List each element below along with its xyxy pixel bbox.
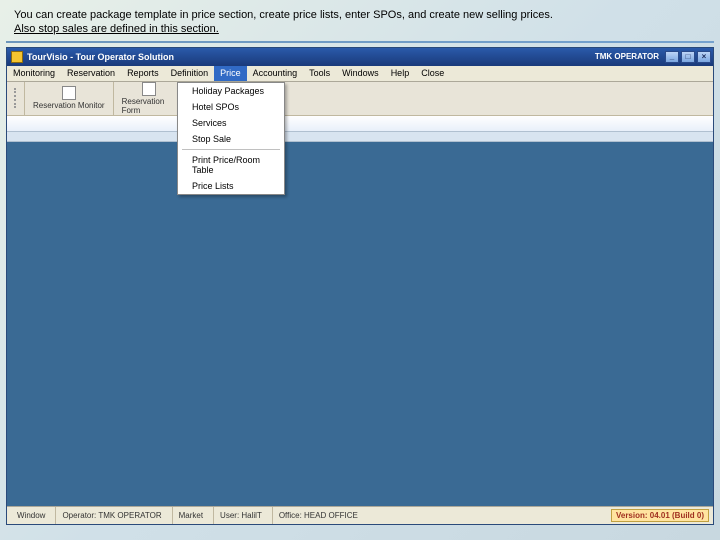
menu-windows[interactable]: Windows (336, 66, 385, 81)
dd-price-lists[interactable]: Price Lists (178, 178, 284, 194)
form-icon (142, 82, 156, 96)
tool-label-monitor: Reservation Monitor (33, 101, 105, 110)
menu-accounting[interactable]: Accounting (247, 66, 304, 81)
window-title: TourVisio - Tour Operator Solution (27, 52, 595, 62)
ribbon-subbar (7, 132, 713, 142)
menubar-container: Monitoring Reservation Reports Definitio… (7, 66, 713, 142)
window-buttons: _ □ × (665, 51, 711, 63)
titlebar-operator: TMK OPERATOR (595, 52, 659, 61)
statusbar: Window Operator: TMK OPERATOR Market Use… (7, 506, 713, 524)
menu-help[interactable]: Help (385, 66, 416, 81)
dd-holiday-packages[interactable]: Holiday Packages (178, 83, 284, 99)
status-version: Version: 04.01 (Build 0) (611, 509, 709, 522)
dd-services[interactable]: Services (178, 115, 284, 131)
tool-reservation-monitor[interactable]: Reservation Monitor (25, 82, 114, 115)
caption-line-1: You can create package template in price… (14, 9, 553, 21)
status-market: Market (172, 507, 209, 524)
dd-print-price[interactable]: Print Price/Room Table (178, 152, 284, 178)
monitor-icon (62, 86, 76, 100)
menu-reservation[interactable]: Reservation (61, 66, 121, 81)
ribbon-tabs: Hotel ▾ (7, 116, 713, 132)
tool-reservation-form[interactable]: Reservation Form (114, 82, 186, 115)
menu-price[interactable]: Price (214, 66, 247, 81)
price-dropdown: Holiday Packages Hotel SPOs Services Sto… (177, 82, 285, 195)
dd-hotel-spos[interactable]: Hotel SPOs (178, 99, 284, 115)
tool-label-form: Reservation Form (122, 97, 177, 115)
dd-separator (182, 149, 280, 150)
window-titlebar: TourVisio - Tour Operator Solution TMK O… (7, 48, 713, 66)
menu-monitoring[interactable]: Monitoring (7, 66, 61, 81)
workspace (7, 142, 713, 506)
accent-divider (6, 41, 714, 43)
maximize-button[interactable]: □ (681, 51, 695, 63)
app-icon (11, 51, 23, 63)
application-window: TourVisio - Tour Operator Solution TMK O… (6, 47, 714, 525)
minimize-button[interactable]: _ (665, 51, 679, 63)
status-window: Window (11, 507, 51, 524)
status-operator: Operator: TMK OPERATOR (55, 507, 167, 524)
dd-stop-sale[interactable]: Stop Sale (178, 131, 284, 147)
caption-line-2: Also stop sales are defined in this sect… (14, 23, 219, 35)
close-button[interactable]: × (697, 51, 711, 63)
tool-handle (7, 82, 25, 115)
status-user: User: HalilT (213, 507, 268, 524)
menubar: Monitoring Reservation Reports Definitio… (7, 66, 713, 82)
slide-caption: You can create package template in price… (0, 0, 720, 41)
status-office: Office: HEAD OFFICE (272, 507, 364, 524)
toolbar: Reservation Monitor Reservation Form (7, 82, 713, 116)
menu-close[interactable]: Close (415, 66, 450, 81)
menu-tools[interactable]: Tools (303, 66, 336, 81)
menu-reports[interactable]: Reports (121, 66, 165, 81)
menu-definition[interactable]: Definition (165, 66, 215, 81)
